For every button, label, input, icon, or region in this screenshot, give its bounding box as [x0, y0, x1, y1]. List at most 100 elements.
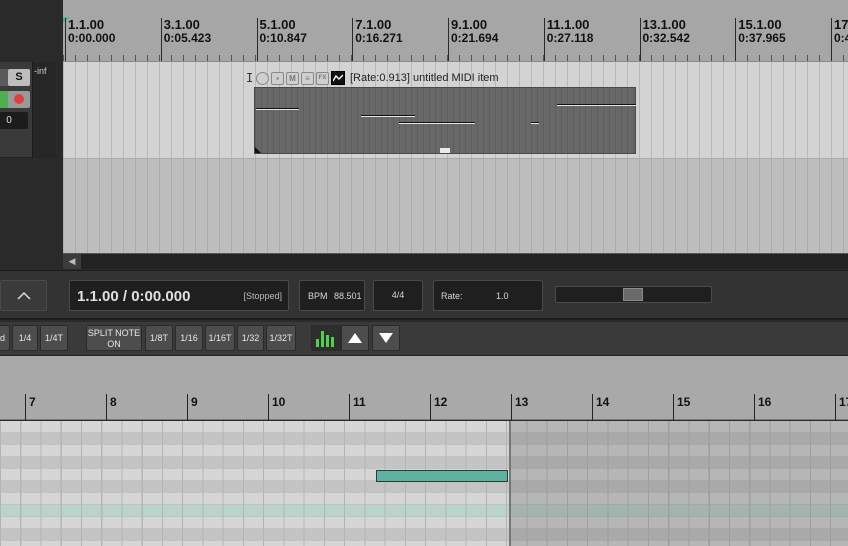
ruler-tick	[352, 18, 354, 61]
midi-editor-ruler[interactable]: 7 8 9 10 11 12 13 14 15 16 17	[0, 392, 848, 420]
ruler-bar-label: 9.1.00	[451, 17, 488, 32]
grid-button-d[interactable]: d	[0, 325, 10, 351]
record-arm-button[interactable]	[8, 91, 30, 108]
split-note-on-button[interactable]: SPLIT NOTE ON	[86, 325, 142, 351]
arrow-up-icon	[348, 333, 362, 343]
editor-ruler-label: 11	[353, 395, 366, 409]
midi-item[interactable]	[254, 87, 636, 154]
ruler-time-label: 0:00.000	[68, 31, 116, 45]
reaper-window: S 0 -inf 1.1.00 0:00.000 3.1.00 0:05.423 5.1…	[0, 0, 848, 546]
track-value-field[interactable]: 0	[0, 112, 28, 129]
ruler-tick	[256, 18, 258, 61]
editor-ruler-tick	[835, 394, 836, 420]
item-mute-button[interactable]: M	[286, 71, 299, 85]
arrow-down-icon	[379, 333, 393, 343]
midi-item-note	[399, 122, 475, 124]
grid-button-quarter-triplet[interactable]: 1/4T	[40, 325, 68, 351]
editor-ruler-label: 14	[596, 395, 610, 409]
transport-bar: 1.1.00 / 0:00.000 [Stopped] BPM 88.501 4…	[0, 270, 848, 320]
track-vu-meter	[32, 62, 56, 158]
editor-ruler-tick	[430, 394, 431, 420]
bpm-display[interactable]: BPM 88.501	[299, 280, 365, 311]
grid-button-sixteenth-triplet[interactable]: 1/16T	[205, 325, 235, 351]
rate-label: Rate:	[441, 291, 463, 301]
time-signature-display[interactable]: 4/4	[373, 280, 423, 311]
editor-ruler-tick	[754, 394, 755, 420]
playrate-slider[interactable]	[555, 286, 712, 303]
editor-ruler-label: 12	[434, 395, 448, 409]
move-up-button[interactable]	[341, 325, 369, 351]
grid-button-eighth-triplet[interactable]: 1/8T	[145, 325, 173, 351]
editor-ruler-tick	[511, 394, 512, 420]
piano-roll[interactable]	[0, 421, 848, 546]
playrate-display[interactable]: Rate: 1.0	[433, 280, 543, 311]
editor-ruler-tick	[592, 394, 593, 420]
arrange-empty-area[interactable]	[63, 158, 848, 253]
editor-ruler-label: 9	[191, 395, 198, 409]
midi-item-note	[531, 122, 539, 124]
play-state-text: [Stopped]	[243, 291, 282, 301]
ruler-time-label: 0:21.694	[451, 31, 499, 45]
arrange-horizontal-scrollbar[interactable]: ◀	[63, 253, 848, 269]
ruler-tick	[543, 18, 545, 61]
editor-ruler-tick	[106, 394, 107, 420]
item-notes-icon[interactable]: ≡	[301, 71, 314, 85]
velocity-view-button[interactable]	[311, 325, 341, 351]
item-envelope-icon[interactable]	[331, 71, 345, 85]
move-down-button[interactable]	[372, 325, 400, 351]
item-lock-button[interactable]: ▪	[271, 71, 284, 85]
bpm-label: BPM	[308, 291, 328, 301]
ruler-bar-label: 3.1.00	[163, 17, 200, 32]
bpm-value: 88.501	[334, 291, 362, 301]
ruler-bar-label: 7.1.00	[355, 17, 392, 32]
ruler-tick	[65, 18, 66, 61]
editor-ruler-label: 10	[272, 395, 286, 409]
midi-item-title[interactable]: [Rate:0.913] untitled MIDI item	[350, 72, 499, 84]
scroll-left-arrow-icon[interactable]: ◀	[63, 254, 81, 269]
ruler-time-label: 0:05.423	[163, 31, 212, 45]
playrate-slider-thumb[interactable]	[623, 288, 643, 301]
editor-ruler-tick	[268, 394, 269, 420]
position-display[interactable]: 1.1.00 / 0:00.000 [Stopped]	[69, 280, 289, 311]
ruler-tick	[448, 18, 449, 61]
editor-ruler-tick	[187, 394, 188, 420]
editor-ruler-tick	[25, 394, 26, 420]
item-fx-button[interactable]: FX	[316, 71, 329, 85]
track-control-panel: S 0 -inf	[0, 0, 63, 270]
editor-ruler-label: 8	[110, 395, 117, 409]
editor-ruler-label: 16	[758, 395, 772, 409]
ruler-minor-ticks	[63, 55, 848, 61]
item-resize-corner[interactable]	[255, 147, 261, 153]
ruler-bar-label: 11.1.00	[546, 17, 590, 32]
ruler-tick	[160, 18, 162, 61]
midi-item-note	[557, 104, 636, 106]
editor-ruler-tick	[349, 394, 350, 420]
envelope-icon	[16, 291, 31, 300]
ruler-bar-label: 15.1.00	[738, 17, 782, 32]
grid-button-quarter[interactable]: 1/4	[12, 325, 38, 351]
vu-readout: -inf	[34, 66, 47, 76]
editor-ruler-tick	[673, 394, 674, 420]
ruler-tick	[831, 18, 832, 61]
grid-button-thirtysecond-triplet[interactable]: 1/32T	[266, 325, 296, 351]
ruler-time-label: 0:32.542	[642, 31, 690, 45]
midi-note[interactable]	[376, 470, 508, 482]
grid-button-thirtysecond[interactable]: 1/32	[237, 325, 264, 351]
envelope-mode-button[interactable]	[0, 280, 47, 311]
ruler-time-label: 0:10.847	[259, 31, 307, 45]
ruler-time-label: 0:27.118	[546, 31, 594, 45]
ruler-bar-label: 5.1.00	[259, 17, 296, 32]
item-lock-icon[interactable]	[256, 71, 269, 85]
ruler-time-label: 0:16.271	[355, 31, 403, 45]
ruler-time-label: 0:37.965	[738, 31, 786, 45]
timeline-ruler[interactable]: 1.1.00 0:00.000 3.1.00 0:05.423 5.1.00 0:10.8…	[63, 0, 848, 62]
editor-ruler-label: 15	[677, 395, 691, 409]
item-fade-handle[interactable]	[440, 148, 450, 153]
ruler-time-label: 0:4	[834, 31, 848, 45]
solo-button[interactable]: S	[8, 69, 30, 86]
grid-button-sixteenth[interactable]: 1/16	[175, 325, 203, 351]
editor-ruler-label: 17	[839, 395, 848, 409]
record-icon	[14, 94, 24, 104]
ruler-tick	[639, 18, 641, 61]
midi-item-note	[256, 108, 299, 110]
